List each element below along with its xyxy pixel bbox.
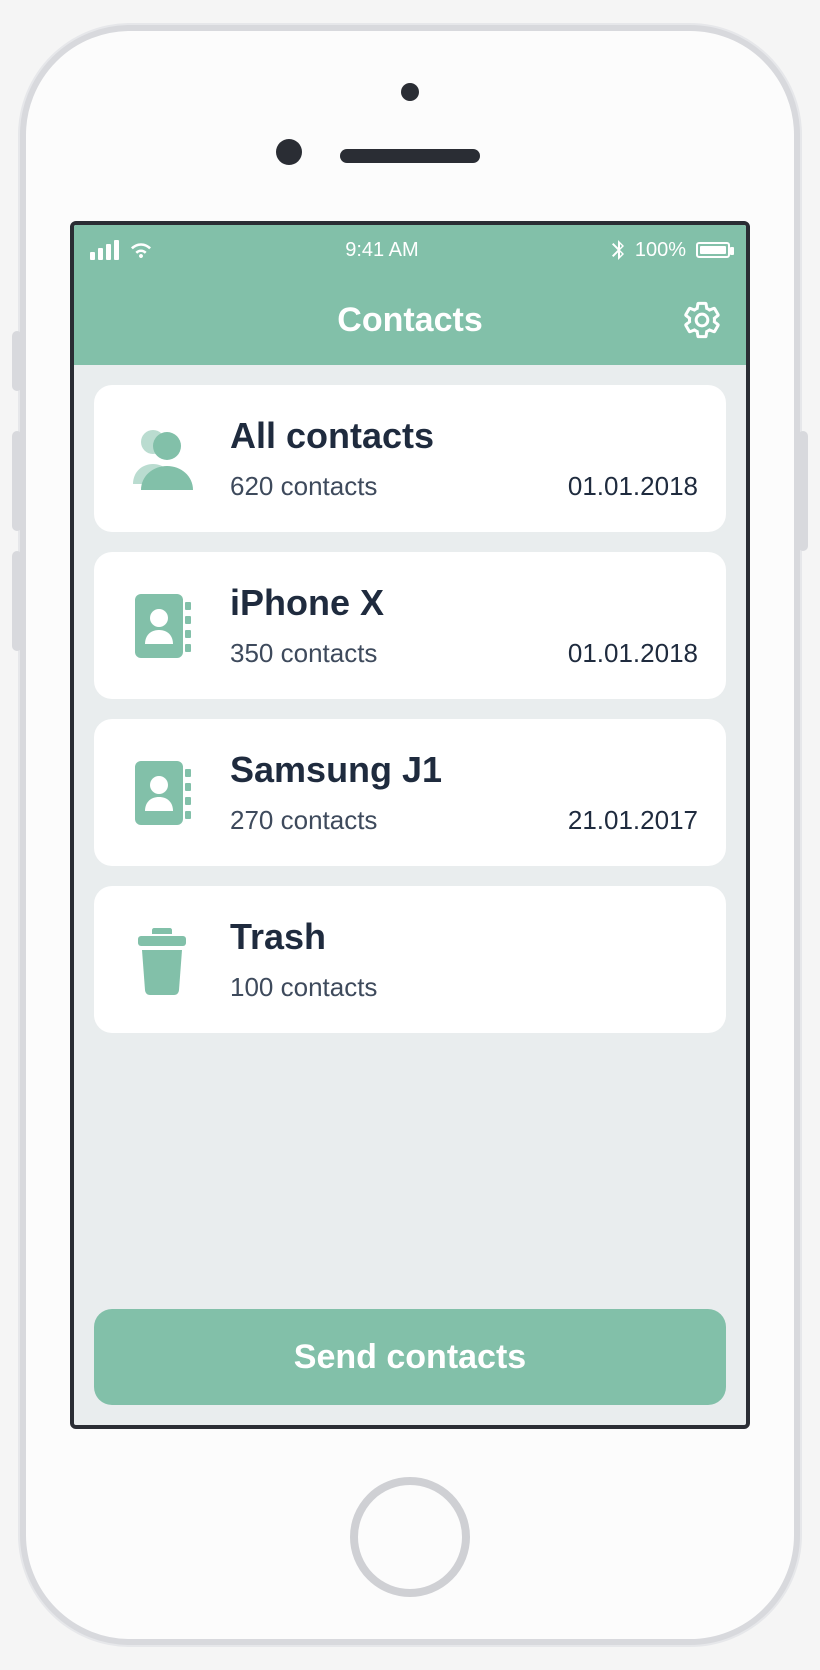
phone-frame: 9:41 AM 100% Contacts All [20,25,800,1645]
addressbook-icon [122,757,202,829]
contacts-card-all[interactable]: All contacts 620 contacts 01.01.2018 [94,385,726,532]
card-title: iPhone X [230,582,698,624]
signal-icon [90,240,119,260]
screen: 9:41 AM 100% Contacts All [70,221,750,1429]
card-title: All contacts [230,415,698,457]
battery-icon [696,242,730,258]
home-button[interactable] [350,1477,470,1597]
card-subtitle: 350 contacts [230,638,377,669]
bluetooth-icon [611,240,625,260]
contacts-card-trash[interactable]: Trash 100 contacts [94,886,726,1033]
card-title: Samsung J1 [230,749,698,791]
card-date: 01.01.2018 [568,638,698,669]
card-subtitle: 270 contacts [230,805,377,836]
card-subtitle: 620 contacts [230,471,377,502]
content-area: All contacts 620 contacts 01.01.2018 iPh… [74,365,746,1309]
contacts-card-device[interactable]: Samsung J1 270 contacts 21.01.2017 [94,719,726,866]
contacts-card-device[interactable]: iPhone X 350 contacts 01.01.2018 [94,552,726,699]
card-title: Trash [230,916,698,958]
settings-button[interactable] [678,300,722,340]
phone-speaker [340,149,480,163]
footer: Send contacts [74,1309,746,1425]
nav-bar: Contacts [74,275,746,365]
card-date: 21.01.2017 [568,805,698,836]
phone-camera [401,83,419,101]
page-title: Contacts [142,301,678,340]
trash-icon [122,924,202,996]
phone-side-button [12,331,22,391]
card-subtitle: 100 contacts [230,972,377,1003]
gear-icon [682,300,722,340]
battery-percent: 100% [635,239,686,262]
card-date: 01.01.2018 [568,471,698,502]
phone-sensor [276,139,302,165]
people-icon [122,426,202,492]
phone-side-button [12,431,22,531]
send-contacts-button[interactable]: Send contacts [94,1309,726,1405]
status-time: 9:41 AM [153,239,611,262]
wifi-icon [129,240,153,260]
addressbook-icon [122,590,202,662]
phone-side-button [798,431,808,551]
status-bar: 9:41 AM 100% [74,225,746,275]
phone-side-button [12,551,22,651]
